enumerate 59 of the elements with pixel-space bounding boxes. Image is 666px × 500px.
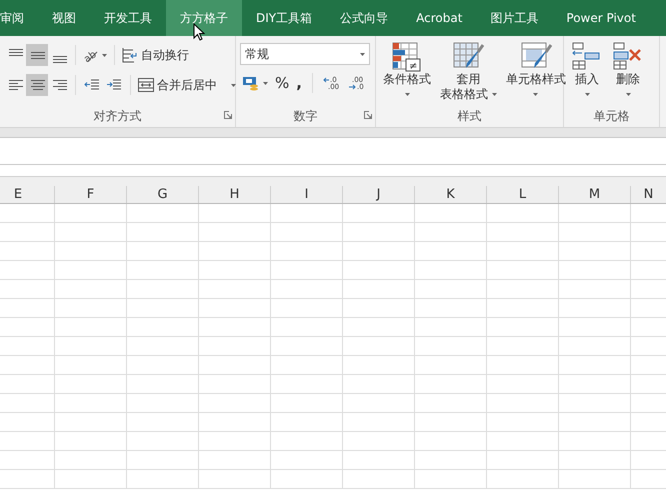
ribbon-tab[interactable]: 图片工具 [476, 0, 552, 36]
ribbon-tab[interactable]: 公式向导 [326, 0, 402, 36]
dialog-launcher-icon [224, 110, 232, 119]
cell-style-button[interactable]: 单元格样式 [502, 40, 569, 107]
right-align-icon [51, 80, 67, 90]
bottom-align-icon [51, 56, 67, 63]
column-header[interactable]: L [487, 186, 559, 203]
dialog-launcher-icon [364, 110, 372, 119]
comma-button[interactable]: , [294, 71, 304, 95]
column-header[interactable]: K [415, 186, 487, 203]
ribbon-tab[interactable]: 开发工具 [90, 0, 166, 36]
conditional-format-button[interactable]: ≠ 条件格式 [380, 40, 434, 107]
column-header[interactable]: J [343, 186, 415, 203]
merge-cells-icon [138, 78, 154, 92]
ribbon-tab[interactable]: Acrobat [402, 0, 476, 36]
caret-icon [404, 93, 410, 96]
column-header[interactable]: E [0, 186, 55, 203]
caret-icon [626, 93, 630, 96]
merge-center-button[interactable]: 合并后居中 [136, 73, 238, 97]
orientation-button[interactable]: ab [81, 43, 109, 67]
ribbon-tab[interactable]: 视图 [38, 0, 90, 36]
group-label: 数字 [292, 108, 318, 125]
indent-icon [106, 78, 122, 92]
caret-icon [584, 93, 590, 96]
table-style-button[interactable]: 套用 表格格式 [437, 40, 500, 107]
ribbon-tab[interactable]: 方方格子 [166, 0, 242, 36]
caret-icon [360, 52, 365, 56]
number-format-dropdown[interactable]: 常规 [240, 43, 370, 65]
group-label: 单元格 [592, 108, 630, 125]
delete-cells-icon [612, 42, 644, 72]
indent-icon [84, 78, 100, 92]
caret-icon [102, 54, 107, 56]
wrap-text-icon [122, 47, 138, 63]
money-icon [242, 75, 260, 91]
center-align-button[interactable] [26, 74, 48, 96]
ribbon-tab[interactable]: Power Pivot [552, 0, 650, 36]
group-label: 样式 [456, 108, 482, 125]
caret-icon [533, 93, 538, 96]
middle-align-button[interactable] [26, 44, 48, 66]
column-header[interactable]: M [559, 186, 631, 203]
ribbon-tab[interactable]: DIY工具箱 [242, 0, 326, 36]
left-align-icon [7, 80, 23, 90]
column-header[interactable]: H [199, 186, 271, 203]
ribbon-tab[interactable]: 审阅 [0, 0, 38, 36]
column-header[interactable]: G [127, 186, 199, 203]
group-label: 对齐方式 [92, 108, 142, 125]
wrap-text-button[interactable]: 自动换行 [120, 43, 191, 67]
caret-icon [263, 82, 268, 84]
caret-icon [230, 84, 236, 86]
insert-cells-button[interactable]: 插入 [568, 40, 606, 107]
middle-align-icon [29, 52, 45, 59]
percent-button[interactable]: % [273, 71, 292, 95]
column-header[interactable]: I [271, 186, 343, 203]
center-align-icon [29, 80, 45, 90]
column-header[interactable]: F [55, 186, 127, 203]
delete-cells-button[interactable]: 删除 [609, 40, 647, 107]
caret-icon [492, 93, 497, 96]
top-align-icon [7, 49, 23, 56]
column-header[interactable]: N [631, 186, 666, 203]
